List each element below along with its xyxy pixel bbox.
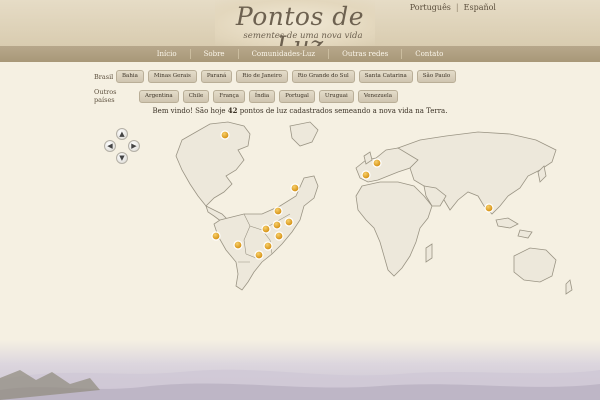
map-madagascar: [425, 243, 433, 263]
marker-sao-paulo[interactable]: [272, 220, 282, 230]
map-new-zealand: [565, 279, 573, 295]
pan-left-button[interactable]: ◀: [104, 140, 116, 152]
marker-rio-grande-do-sul[interactable]: [263, 241, 273, 251]
marker-venezuela[interactable]: [220, 130, 230, 140]
pan-down-button[interactable]: ▼: [116, 152, 128, 164]
chevron-up-icon: ▲: [119, 129, 125, 138]
chevron-down-icon: ▼: [119, 153, 125, 162]
marker-uruguai[interactable]: [254, 250, 264, 260]
pan-up-button[interactable]: ▲: [116, 128, 128, 140]
marker-bahia[interactable]: [290, 183, 300, 193]
marker-parana[interactable]: [261, 224, 271, 234]
landscape-background: [0, 340, 600, 400]
marker-santa-catarina[interactable]: [274, 231, 284, 241]
marker-argentina[interactable]: [233, 240, 243, 250]
map-africa: [355, 181, 433, 277]
chevron-right-icon: ▶: [131, 141, 137, 150]
chevron-left-icon: ◀: [107, 141, 113, 150]
map-australia: [513, 247, 557, 283]
marker-franca[interactable]: [372, 158, 382, 168]
marker-rio-de-janeiro[interactable]: [284, 217, 294, 227]
map-pan-control: ▲ ◀ ▶ ▼: [104, 128, 140, 164]
marker-india[interactable]: [484, 203, 494, 213]
map-greenland: [289, 121, 319, 147]
landscape-hills: [0, 369, 600, 400]
marker-minas-gerais[interactable]: [273, 206, 283, 216]
marker-portugal[interactable]: [361, 170, 371, 180]
map-southeast-asia: [495, 217, 533, 239]
pan-right-button[interactable]: ▶: [128, 140, 140, 152]
marker-chile[interactable]: [211, 231, 221, 241]
map-north-america: [175, 121, 251, 207]
